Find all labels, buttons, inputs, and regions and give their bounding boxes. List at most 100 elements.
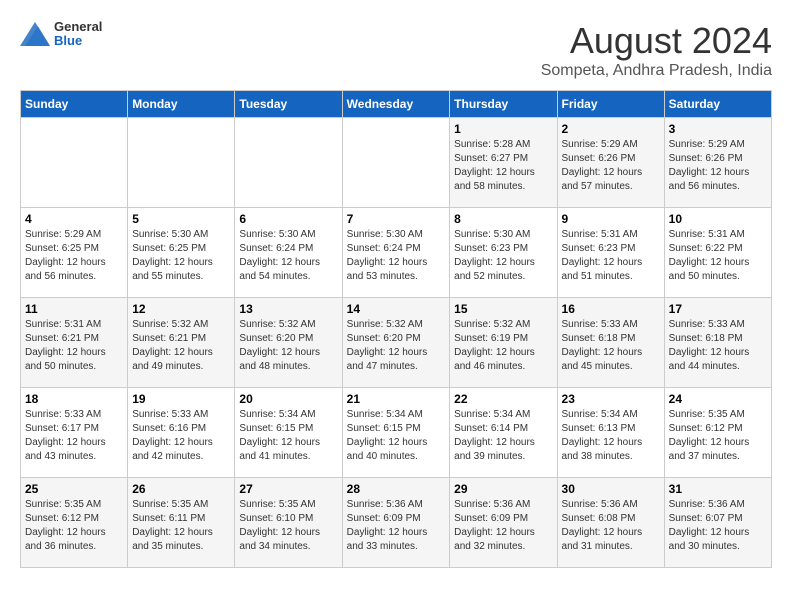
day-number: 26: [132, 482, 230, 496]
day-number: 12: [132, 302, 230, 316]
day-info: Sunrise: 5:35 AM Sunset: 6:12 PM Dayligh…: [25, 498, 123, 554]
day-cell-24: 24 Sunrise: 5:35 AM Sunset: 6:12 PM Dayli…: [664, 388, 771, 478]
day-cell-27: 27 Sunrise: 5:35 AM Sunset: 6:10 PM Dayli…: [235, 478, 342, 568]
weekday-header-row: SundayMondayTuesdayWednesdayThursdayFrid…: [21, 91, 772, 118]
day-info: Sunrise: 5:32 AM Sunset: 6:20 PM Dayligh…: [239, 318, 337, 374]
day-info: Sunrise: 5:30 AM Sunset: 6:24 PM Dayligh…: [239, 228, 337, 284]
day-info: Sunrise: 5:32 AM Sunset: 6:20 PM Dayligh…: [347, 318, 446, 374]
title-section: August 2024 Sompeta, Andhra Pradesh, Ind…: [541, 20, 772, 80]
day-cell-11: 11 Sunrise: 5:31 AM Sunset: 6:21 PM Dayli…: [21, 298, 128, 388]
logo-icon: [20, 22, 50, 46]
day-cell-5: 5 Sunrise: 5:30 AM Sunset: 6:25 PM Daylig…: [128, 208, 235, 298]
day-info: Sunrise: 5:31 AM Sunset: 6:21 PM Dayligh…: [25, 318, 123, 374]
day-info: Sunrise: 5:29 AM Sunset: 6:25 PM Dayligh…: [25, 228, 123, 284]
day-info: Sunrise: 5:35 AM Sunset: 6:10 PM Dayligh…: [239, 498, 337, 554]
main-title: August 2024: [541, 20, 772, 62]
day-cell-13: 13Sunrise: 5:32 AM Sunset: 6:20 PM Dayli…: [235, 298, 342, 388]
day-cell-14: 14 Sunrise: 5:32 AM Sunset: 6:20 PM Dayli…: [342, 298, 450, 388]
day-number: 8: [454, 212, 552, 226]
day-info: Sunrise: 5:35 AM Sunset: 6:11 PM Dayligh…: [132, 498, 230, 554]
day-info: Sunrise: 5:34 AM Sunset: 6:15 PM Dayligh…: [239, 408, 337, 464]
day-number: 7: [347, 212, 446, 226]
day-cell-16: 16 Sunrise: 5:33 AM Sunset: 6:18 PM Dayli…: [557, 298, 664, 388]
day-info: Sunrise: 5:36 AM Sunset: 6:08 PM Dayligh…: [562, 498, 660, 554]
day-number: 23: [562, 392, 660, 406]
day-info: Sunrise: 5:28 AM Sunset: 6:27 PM Dayligh…: [454, 138, 552, 194]
day-info: Sunrise: 5:29 AM Sunset: 6:26 PM Dayligh…: [562, 138, 660, 194]
day-info: Sunrise: 5:31 AM Sunset: 6:22 PM Dayligh…: [669, 228, 767, 284]
day-cell-12: 12 Sunrise: 5:32 AM Sunset: 6:21 PM Dayli…: [128, 298, 235, 388]
day-cell-31: 31Sunrise: 5:36 AM Sunset: 6:07 PM Dayli…: [664, 478, 771, 568]
day-cell-21: 21 Sunrise: 5:34 AM Sunset: 6:15 PM Dayli…: [342, 388, 450, 478]
day-info: Sunrise: 5:33 AM Sunset: 6:17 PM Dayligh…: [25, 408, 123, 464]
day-cell-18: 18 Sunrise: 5:33 AM Sunset: 6:17 PM Dayli…: [21, 388, 128, 478]
day-number: 9: [562, 212, 660, 226]
day-number: 28: [347, 482, 446, 496]
day-info: Sunrise: 5:35 AM Sunset: 6:12 PM Dayligh…: [669, 408, 767, 464]
subtitle: Sompeta, Andhra Pradesh, India: [541, 62, 772, 80]
weekday-header-wednesday: Wednesday: [342, 91, 450, 118]
day-number: 18: [25, 392, 123, 406]
day-info: Sunrise: 5:36 AM Sunset: 6:09 PM Dayligh…: [454, 498, 552, 554]
day-info: Sunrise: 5:31 AM Sunset: 6:23 PM Dayligh…: [562, 228, 660, 284]
day-cell-23: 23 Sunrise: 5:34 AM Sunset: 6:13 PM Dayli…: [557, 388, 664, 478]
day-info: Sunrise: 5:34 AM Sunset: 6:14 PM Dayligh…: [454, 408, 552, 464]
day-info: Sunrise: 5:32 AM Sunset: 6:21 PM Dayligh…: [132, 318, 230, 374]
weekday-header-saturday: Saturday: [664, 91, 771, 118]
day-cell-10: 10 Sunrise: 5:31 AM Sunset: 6:22 PM Dayli…: [664, 208, 771, 298]
day-number: 10: [669, 212, 767, 226]
day-cell-29: 29Sunrise: 5:36 AM Sunset: 6:09 PM Dayli…: [450, 478, 557, 568]
day-cell-9: 9 Sunrise: 5:31 AM Sunset: 6:23 PM Daylig…: [557, 208, 664, 298]
weekday-header-monday: Monday: [128, 91, 235, 118]
weekday-header-friday: Friday: [557, 91, 664, 118]
day-cell-17: 17 Sunrise: 5:33 AM Sunset: 6:18 PM Dayli…: [664, 298, 771, 388]
day-cell-26: 26 Sunrise: 5:35 AM Sunset: 6:11 PM Dayli…: [128, 478, 235, 568]
day-cell-20: 20 Sunrise: 5:34 AM Sunset: 6:15 PM Dayli…: [235, 388, 342, 478]
day-number: 11: [25, 302, 123, 316]
logo: General Blue: [20, 20, 102, 49]
day-info: Sunrise: 5:36 AM Sunset: 6:09 PM Dayligh…: [347, 498, 446, 554]
day-info: Sunrise: 5:30 AM Sunset: 6:24 PM Dayligh…: [347, 228, 446, 284]
page-header: General Blue August 2024 Sompeta, Andhra…: [20, 20, 772, 80]
day-number: 4: [25, 212, 123, 226]
day-cell-19: 19Sunrise: 5:33 AM Sunset: 6:16 PM Dayli…: [128, 388, 235, 478]
weekday-header-sunday: Sunday: [21, 91, 128, 118]
logo-blue: Blue: [54, 34, 102, 48]
day-info: Sunrise: 5:33 AM Sunset: 6:18 PM Dayligh…: [669, 318, 767, 374]
day-info: Sunrise: 5:34 AM Sunset: 6:13 PM Dayligh…: [562, 408, 660, 464]
day-number: 16: [562, 302, 660, 316]
day-number: 14: [347, 302, 446, 316]
day-number: 19: [132, 392, 230, 406]
day-number: 27: [239, 482, 337, 496]
week-row-2: 4 Sunrise: 5:29 AM Sunset: 6:25 PM Daylig…: [21, 208, 772, 298]
day-info: Sunrise: 5:34 AM Sunset: 6:15 PM Dayligh…: [347, 408, 446, 464]
day-number: 15: [454, 302, 552, 316]
day-info: Sunrise: 5:30 AM Sunset: 6:23 PM Dayligh…: [454, 228, 552, 284]
day-cell-2: 2 Sunrise: 5:29 AM Sunset: 6:26 PM Daylig…: [557, 118, 664, 208]
day-cell-28: 28 Sunrise: 5:36 AM Sunset: 6:09 PM Dayli…: [342, 478, 450, 568]
day-cell-8: 8 Sunrise: 5:30 AM Sunset: 6:23 PM Daylig…: [450, 208, 557, 298]
empty-cell: [235, 118, 342, 208]
day-number: 6: [239, 212, 337, 226]
weekday-header-thursday: Thursday: [450, 91, 557, 118]
day-number: 5: [132, 212, 230, 226]
day-info: Sunrise: 5:30 AM Sunset: 6:25 PM Dayligh…: [132, 228, 230, 284]
day-cell-30: 30 Sunrise: 5:36 AM Sunset: 6:08 PM Dayli…: [557, 478, 664, 568]
week-row-5: 25Sunrise: 5:35 AM Sunset: 6:12 PM Dayli…: [21, 478, 772, 568]
day-number: 21: [347, 392, 446, 406]
day-number: 20: [239, 392, 337, 406]
empty-cell: [21, 118, 128, 208]
day-number: 24: [669, 392, 767, 406]
day-cell-15: 15 Sunrise: 5:32 AM Sunset: 6:19 PM Dayli…: [450, 298, 557, 388]
day-cell-4: 4 Sunrise: 5:29 AM Sunset: 6:25 PM Daylig…: [21, 208, 128, 298]
day-info: Sunrise: 5:32 AM Sunset: 6:19 PM Dayligh…: [454, 318, 552, 374]
day-info: Sunrise: 5:33 AM Sunset: 6:18 PM Dayligh…: [562, 318, 660, 374]
day-number: 17: [669, 302, 767, 316]
calendar-table: SundayMondayTuesdayWednesdayThursdayFrid…: [20, 90, 772, 568]
day-number: 2: [562, 122, 660, 136]
week-row-3: 11 Sunrise: 5:31 AM Sunset: 6:21 PM Dayli…: [21, 298, 772, 388]
day-cell-22: 22Sunrise: 5:34 AM Sunset: 6:14 PM Dayli…: [450, 388, 557, 478]
day-info: Sunrise: 5:29 AM Sunset: 6:26 PM Dayligh…: [669, 138, 767, 194]
day-number: 3: [669, 122, 767, 136]
day-number: 30: [562, 482, 660, 496]
